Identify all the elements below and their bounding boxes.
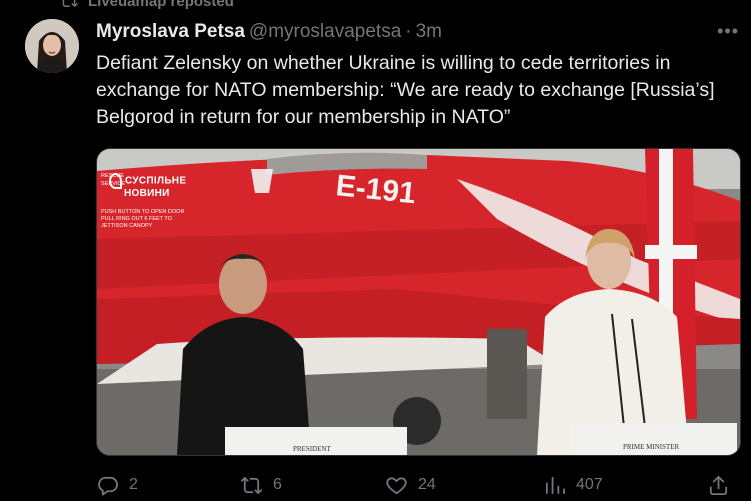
podium-left-label: PRESIDENT [293, 445, 331, 453]
video-frame: E-191 RESCUE SERVICE PUSH BUTTON TO OPEN… [97, 149, 740, 455]
broadcaster-logo-icon [109, 173, 122, 189]
repost-banner[interactable]: Liveuamap reposted [60, 0, 234, 11]
tweet-text: Defiant Zelensky on whether Ukraine is w… [96, 52, 720, 128]
more-options-icon[interactable]: ••• [717, 22, 739, 40]
tweet-timestamp[interactable]: 3m [416, 21, 442, 43]
repost-icon [62, 0, 78, 8]
podium-right-label: PRIME MINISTER [623, 443, 680, 451]
separator-dot: · [405, 21, 412, 42]
repost-label: Liveuamap reposted [88, 0, 234, 10]
avatar[interactable] [25, 19, 79, 73]
author-name[interactable]: Myroslava Petsa [96, 21, 245, 43]
video-watermark: СУСПІЛЬНЕ НОВИНИ [109, 173, 186, 199]
watermark-line2: НОВИНИ [124, 188, 170, 199]
author-handle[interactable]: @myroslavapetsa [249, 21, 401, 43]
views-chart-icon [545, 476, 565, 494]
repost-icon [241, 476, 262, 494]
reply-count: 2 [129, 476, 138, 493]
repost-count: 6 [273, 476, 282, 493]
watermark-line1: СУСПІЛЬНЕ [125, 175, 187, 187]
jet-notice-4: PULL RING OUT 6 FEET TO [101, 216, 173, 222]
jet-notice-5: JETTISON CANOPY [101, 223, 153, 229]
like-button[interactable]: 24 [385, 474, 436, 497]
reply-icon [98, 476, 118, 496]
like-count: 24 [418, 476, 436, 493]
share-icon [709, 475, 728, 495]
share-button[interactable] [707, 474, 730, 497]
avatar-image [25, 19, 79, 73]
tweet-header: Myroslava Petsa @myroslavapetsa · 3m [96, 21, 442, 43]
reply-button[interactable]: 2 [96, 474, 138, 497]
repost-button[interactable]: 6 [240, 474, 282, 497]
view-count: 407 [576, 476, 603, 493]
tweet-video[interactable]: E-191 RESCUE SERVICE PUSH BUTTON TO OPEN… [96, 148, 741, 456]
jet-notice-3: PUSH BUTTON TO OPEN DOOR [101, 209, 184, 215]
tweet-actions: 2 6 24 407 [96, 470, 736, 500]
views-button[interactable]: 407 [543, 474, 603, 497]
heart-icon [386, 476, 407, 494]
